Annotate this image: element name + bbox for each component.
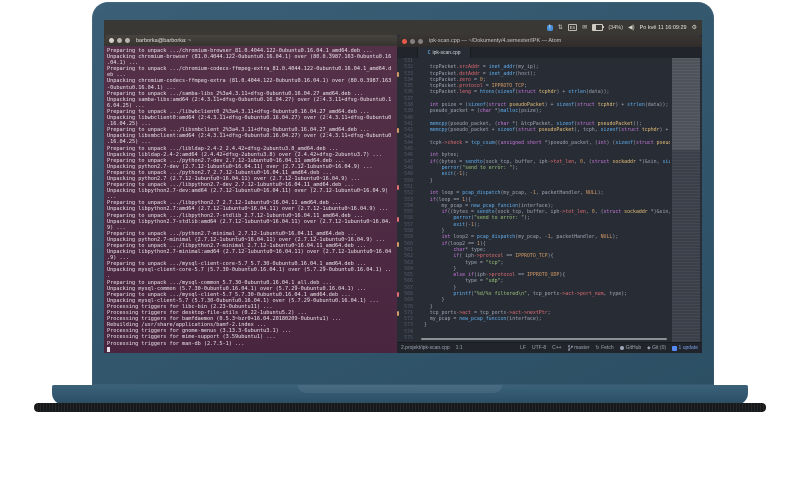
laptop-base-notch: [298, 385, 502, 393]
tab-bar: C ipk-scan.cpp: [397, 47, 702, 58]
fetch-label: Fetch: [601, 345, 614, 351]
status-bar: 2.projekt/ipk-scan.cpp 1:1 LF UTF-8 C++ …: [397, 342, 702, 353]
minimize-icon[interactable]: [410, 38, 415, 44]
terminal-line: Unpacking mysql-client-core-5.7 (5.7.30-…: [107, 267, 392, 274]
git-gutter-mark: [397, 241, 399, 247]
terminal-line: Unpacking python2.7-dev (2.7.12-1ubuntu0…: [107, 163, 373, 170]
git-gutter-mark: [397, 128, 399, 134]
updates-label: 1 update: [678, 345, 698, 351]
battery-icon[interactable]: [592, 24, 605, 31]
laptop-bottom-edge: [34, 403, 766, 412]
code-line: tcph->check = tcp_csum((unsigned short *…: [418, 139, 670, 146]
line-ending-indicator[interactable]: LF: [520, 345, 526, 351]
volume-icon[interactable]: ◀): [628, 25, 635, 31]
sync-icon: ↻: [595, 345, 600, 351]
terminal-line: Preparing to unpack .../chromium-codecs-…: [107, 66, 392, 73]
atom-title: ipk-scan.cpp — ~/Dokumenty/4.semester/IP…: [429, 38, 562, 44]
laptop-base: [52, 385, 748, 405]
laptop-mockup: ᛒ ⇅ En ✉ (34%) ◀) Po kvě 11 16:09:29 ⚙ b…: [0, 0, 800, 477]
atom-titlebar[interactable]: ipk-scan.cpp — ~/Dokumenty/4.semester/IP…: [397, 35, 702, 47]
battery-percent: (34%): [608, 24, 623, 31]
branch-name: master: [574, 345, 590, 351]
git-gutter-mark: [397, 71, 399, 77]
code-line: memcpy(pseudo_packet + sizeof(struct pse…: [429, 127, 669, 134]
network-icon[interactable]: ⇅: [558, 25, 563, 31]
tab-label: ipk-scan.cpp: [432, 49, 461, 56]
terminal-line: Unpacking samba-libs:amd64 (2:4.3.11+dfs…: [107, 96, 392, 103]
terminal-line: Unpacking mysql-common (5.7.30-0ubuntu0.…: [107, 285, 367, 292]
encoding-indicator[interactable]: UTF-8: [532, 345, 546, 351]
fetch-item[interactable]: ↻ Fetch: [595, 345, 613, 351]
maximize-icon[interactable]: [418, 38, 423, 44]
git-branch-icon: [567, 345, 573, 351]
terminal-output[interactable]: Preparing to unpack .../chromium-browser…: [104, 46, 397, 353]
keyboard-layout-indicator[interactable]: En: [567, 23, 578, 32]
git-gutter-mark: [397, 311, 399, 317]
session-menu-gear-icon[interactable]: ⚙: [692, 25, 697, 31]
clock[interactable]: Po kvě 11 16:09:29: [640, 25, 687, 31]
terminal-line: Unpacking libldap-2.4-2:amd64 (2.4.42+df…: [107, 151, 382, 158]
terminal-title: barborka@barborka: ~: [136, 37, 192, 44]
github-item[interactable]: GitHub: [619, 345, 642, 351]
github-icon: [619, 345, 625, 351]
git-gutter-mark: [397, 292, 399, 298]
line-number: 575: [404, 335, 413, 342]
top-panel: ᛒ ⇅ En ✉ (34%) ◀) Po kvě 11 16:09:29 ⚙: [104, 20, 702, 35]
terminal-line: Preparing to unpack .../python2.7-minima…: [107, 230, 357, 237]
editor: 531 532 533 534 535 536 537 538 539 540 541 542 543 5…: [397, 58, 702, 342]
minimap-visible-region[interactable]: [672, 58, 700, 150]
git-label: Git (0): [652, 345, 667, 351]
horizontal-scrollbar[interactable]: [421, 338, 667, 340]
file-path[interactable]: 2.projekt/ipk-scan.cpp: [401, 345, 450, 351]
terminal-line: Unpacking chromium-codecs-ffmpeg-extra (…: [107, 78, 392, 85]
code-area[interactable]: tcpPacket.srcAddr = inet_addr(my_ip); tc…: [418, 58, 670, 341]
git-item[interactable]: ◆ Git (0): [647, 345, 666, 351]
tab-ipk-scan-cpp[interactable]: C ipk-scan.cpp: [417, 47, 471, 58]
cpp-file-icon: C: [427, 49, 431, 56]
close-icon[interactable]: [402, 38, 407, 44]
line-number-gutter: 531 532 533 534 535 536 537 538 539 540 541 542 543 5…: [397, 58, 417, 341]
terminal-line: Preparing to unpack .../libpython2.7-std…: [107, 212, 364, 219]
terminal-line: Unpacking libpython2.7-minimal:amd64 (2.…: [107, 249, 392, 256]
terminal-line: Unpacking libpython2.7-dev:amd64 (2.7.12…: [107, 188, 389, 195]
update-icon: [672, 345, 678, 351]
terminal-line: Unpacking chromium-browser (81.0.4044.12…: [107, 54, 392, 61]
git-gutter-mark: [397, 216, 399, 222]
minimap[interactable]: [672, 58, 700, 342]
git-icon: ◆: [647, 345, 651, 350]
system-tray: ᛒ ⇅ En ✉ (34%) ◀) Po kvě 11 16:09:29 ⚙: [546, 23, 702, 32]
maximize-icon[interactable]: [125, 38, 130, 43]
git-gutter-mark: [397, 185, 399, 191]
grammar-indicator[interactable]: C++: [552, 345, 561, 351]
cursor-position[interactable]: 1:1: [456, 345, 463, 351]
laptop-screen: ᛒ ⇅ En ✉ (34%) ◀) Po kvě 11 16:09:29 ⚙ b…: [104, 20, 702, 353]
git-branch-item[interactable]: master: [567, 345, 590, 351]
terminal-titlebar[interactable]: barborka@barborka: ~: [104, 35, 397, 46]
laptop-lid: ᛒ ⇅ En ✉ (34%) ◀) Po kvě 11 16:09:29 ⚙ b…: [92, 2, 714, 385]
close-icon[interactable]: [109, 38, 114, 43]
terminal-line: Preparing to unpack .../samba-libs_2%3a4…: [107, 90, 364, 97]
terminal-line: Unpacking libpython2.7:amd64 (2.7.12-1ub…: [107, 206, 389, 213]
bluetooth-icon[interactable]: ᛒ: [546, 24, 553, 31]
terminal-window: barborka@barborka: ~ Preparing to unpack…: [104, 35, 397, 353]
mail-icon[interactable]: ✉: [582, 25, 587, 31]
terminal-line: Unpacking libpython2.7-stdlib:amd64 (2.7…: [107, 218, 392, 225]
github-label: GitHub: [625, 345, 642, 351]
atom-window: ipk-scan.cpp — ~/Dokumenty/4.semester/IP…: [397, 35, 702, 353]
updates-item[interactable]: 1 update: [672, 345, 698, 351]
minimize-icon[interactable]: [117, 38, 122, 43]
terminal-cursor: [107, 346, 110, 352]
